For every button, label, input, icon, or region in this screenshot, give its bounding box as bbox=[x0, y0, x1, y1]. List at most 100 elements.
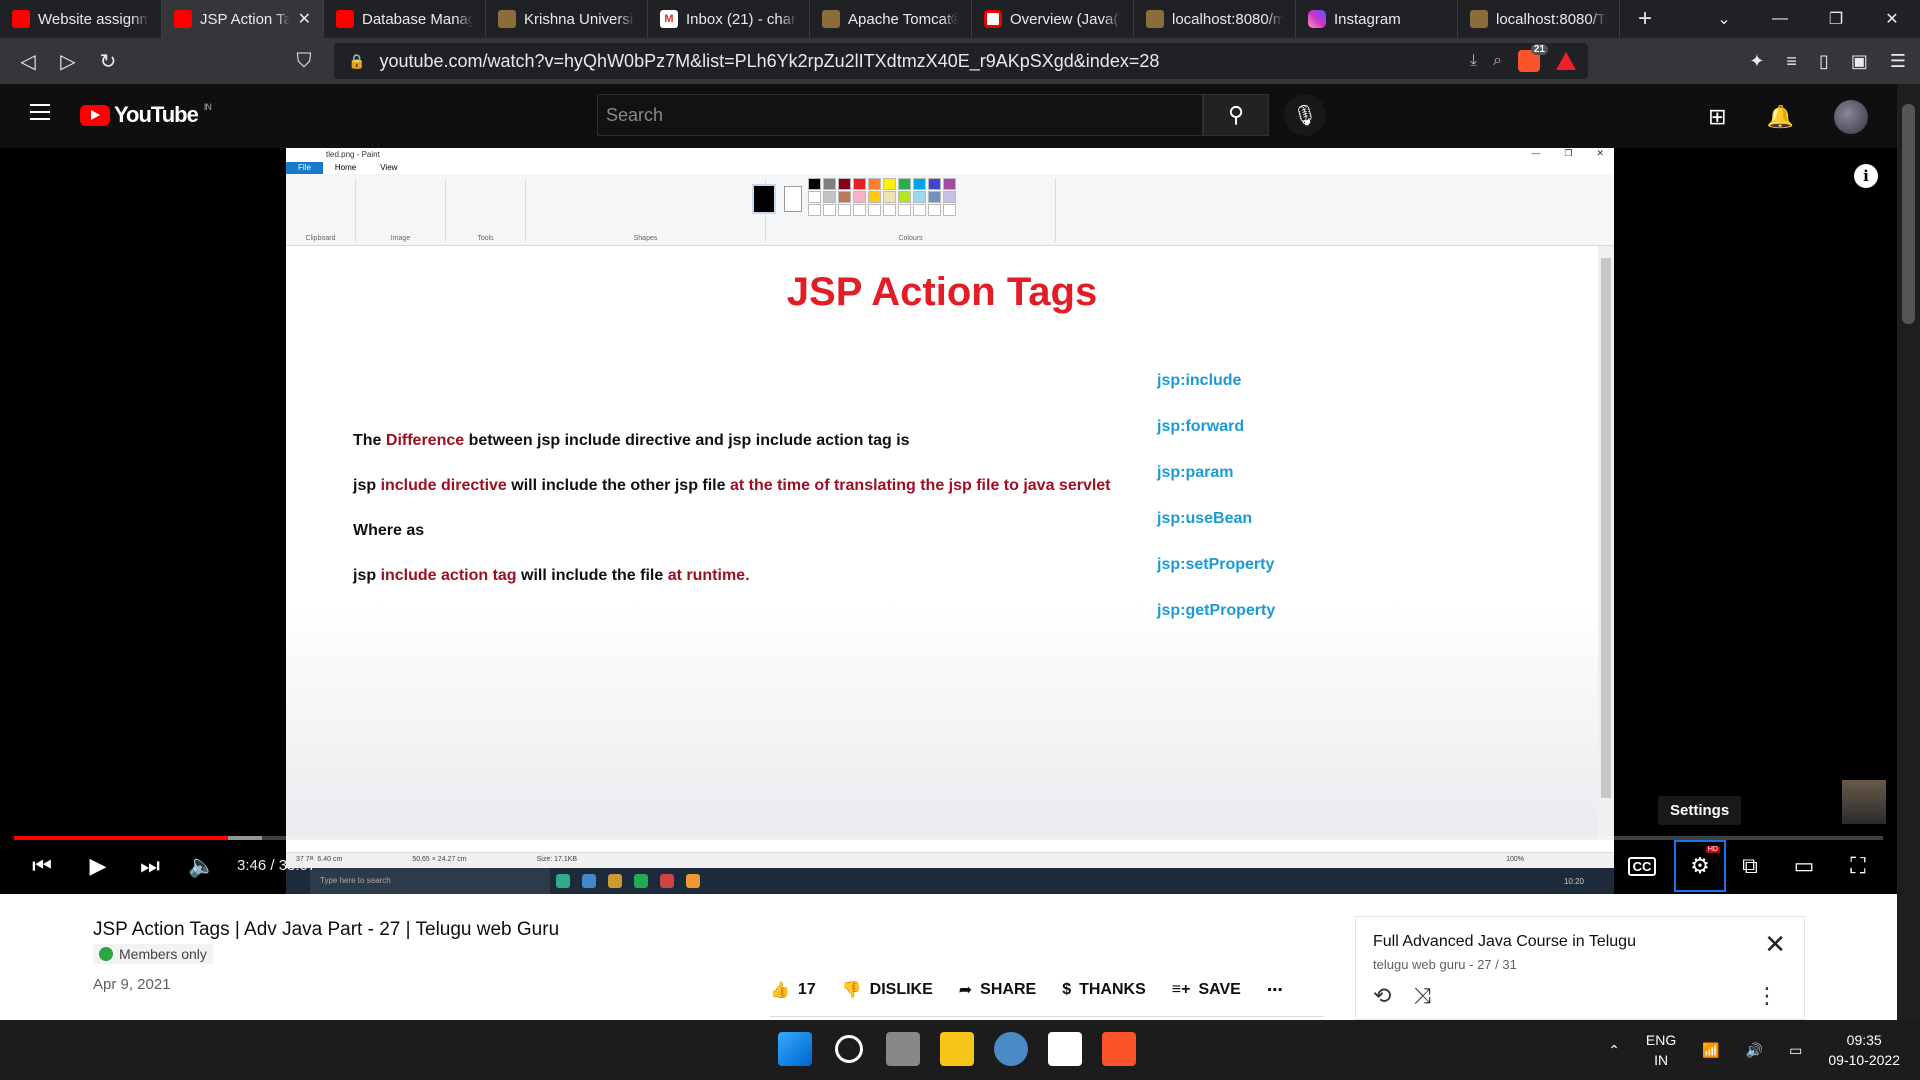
share-icon: ➦ bbox=[958, 982, 973, 999]
youtube-icon bbox=[174, 10, 192, 28]
playlist-title[interactable]: Full Advanced Java Course in Telugu bbox=[1373, 933, 1636, 951]
address-bar-row: ◁ ▷ ↻ ⛉ 🔒 youtube.com/watch?v=hyQhW0bPz7… bbox=[0, 38, 1920, 84]
paint-canvas: JSP Action Tags The Difference between j… bbox=[286, 246, 1598, 840]
play-button[interactable]: ▶ bbox=[78, 846, 118, 886]
notifications-icon[interactable]: 🔔 bbox=[1767, 104, 1794, 130]
more-icon[interactable]: ⋮ bbox=[1756, 983, 1778, 1009]
shuffle-icon[interactable]: ⤨ bbox=[1413, 983, 1431, 1009]
wifi-icon[interactable]: 📶 bbox=[1702, 1042, 1719, 1059]
page-scrollbar[interactable] bbox=[1897, 84, 1920, 1024]
paint-title-bar: tled.png - Paint — ❐ ✕ bbox=[326, 148, 1604, 159]
restore-icon[interactable]: ❐ bbox=[1808, 9, 1864, 29]
create-video-icon[interactable]: ⊞ bbox=[1708, 104, 1726, 130]
install-icon[interactable]: ⤓ bbox=[1470, 52, 1477, 70]
start-icon[interactable] bbox=[778, 1032, 812, 1066]
guide-menu-icon[interactable] bbox=[30, 104, 50, 120]
search-button[interactable]: ⚲ bbox=[1203, 94, 1269, 136]
settings-app-icon[interactable] bbox=[994, 1032, 1028, 1066]
task-view-icon[interactable] bbox=[886, 1032, 920, 1066]
bookmark-icon[interactable]: ⛉ bbox=[284, 50, 324, 73]
search-icon[interactable] bbox=[835, 1035, 863, 1063]
browser-tab[interactable]: Instagram bbox=[1296, 0, 1458, 38]
browser-tab[interactable]: M Inbox (21) - chan bbox=[648, 0, 810, 38]
new-tab-button[interactable]: + bbox=[1620, 5, 1670, 33]
browser-tab-active[interactable]: JSP Action Ta ✕ bbox=[162, 0, 324, 38]
paint-window-controls: — ❐ ✕ bbox=[1531, 148, 1604, 159]
video-title: JSP Action Tags | Adv Java Part - 27 | T… bbox=[93, 919, 560, 940]
youtube-icon bbox=[336, 10, 354, 28]
battery-icon[interactable]: ▭ bbox=[1789, 1042, 1802, 1059]
sidebar-icon[interactable]: ▯ bbox=[1819, 51, 1829, 72]
clock[interactable]: 09:35 09-10-2022 bbox=[1828, 1030, 1900, 1070]
tab-search-icon[interactable]: ⌄ bbox=[1696, 9, 1752, 29]
url-field[interactable]: 🔒 youtube.com/watch?v=hyQhW0bPz7M&list=P… bbox=[334, 43, 1588, 79]
zoom-icon[interactable]: ⌕ bbox=[1493, 52, 1502, 70]
info-icon[interactable]: i bbox=[1854, 164, 1878, 188]
clipboard-group: Clipboard bbox=[286, 178, 356, 242]
progress-buffered bbox=[228, 836, 262, 840]
store-icon[interactable] bbox=[1048, 1032, 1082, 1066]
close-window-icon[interactable]: ✕ bbox=[1864, 9, 1920, 29]
previous-button[interactable]: ⏮ bbox=[22, 846, 62, 886]
avatar[interactable] bbox=[1834, 100, 1868, 134]
browser-tab[interactable]: Krishna Universit bbox=[486, 0, 648, 38]
image-icon bbox=[1146, 10, 1164, 28]
share-button[interactable]: ➦ SHARE bbox=[959, 980, 1036, 1000]
tools-group: Tools bbox=[446, 178, 526, 242]
fullscreen-button[interactable]: ⛶ bbox=[1838, 846, 1878, 886]
browser-tab[interactable]: Overview (Java(T bbox=[972, 0, 1134, 38]
save-button[interactable]: ≡+ SAVE bbox=[1172, 981, 1241, 999]
progress-bar[interactable] bbox=[14, 836, 1883, 840]
youtube-logo[interactable]: YouTube IN bbox=[80, 102, 212, 128]
brave-rewards-icon[interactable] bbox=[1556, 52, 1576, 70]
volume-icon[interactable]: 🔊 bbox=[1746, 1042, 1763, 1059]
brave-browser-icon[interactable] bbox=[1102, 1032, 1136, 1066]
tag-item: jsp:setProperty bbox=[1157, 556, 1275, 573]
chevron-up-icon[interactable]: ⌃ bbox=[1608, 1042, 1620, 1059]
extensions-icon[interactable]: ✦ bbox=[1749, 51, 1764, 72]
volume-button[interactable]: 🔈 bbox=[182, 846, 222, 886]
brave-shields-icon[interactable]: 21 bbox=[1518, 44, 1548, 72]
language-indicator[interactable]: ENG IN bbox=[1646, 1030, 1676, 1070]
lock-icon: 🔒 bbox=[348, 52, 366, 69]
settings-button[interactable]: ⚙ HD bbox=[1674, 840, 1726, 892]
search-input[interactable]: Search bbox=[597, 94, 1203, 136]
browser-tab[interactable]: localhost:8080/Te bbox=[1458, 0, 1620, 38]
dislike-button[interactable]: 👎 DISLIKE bbox=[842, 980, 933, 1000]
theater-button[interactable]: ▭ bbox=[1784, 846, 1824, 886]
paint-scrollbar bbox=[1598, 246, 1614, 840]
browser-tab[interactable]: localhost:8080/m bbox=[1134, 0, 1296, 38]
voice-search-button[interactable]: 🎙 bbox=[1284, 94, 1326, 136]
reload-icon[interactable]: ↻ bbox=[88, 49, 128, 74]
more-actions-icon[interactable]: ⋯ bbox=[1267, 980, 1283, 1000]
file-explorer-icon[interactable] bbox=[940, 1032, 974, 1066]
like-button[interactable]: 👍 17 bbox=[770, 980, 816, 1000]
loop-icon[interactable]: ⟲ bbox=[1373, 983, 1391, 1009]
thumbs-down-icon: 👎 bbox=[841, 982, 862, 999]
text-line-4: jsp include action tag will include the … bbox=[353, 567, 750, 584]
media-icon[interactable]: ≡ bbox=[1786, 51, 1797, 72]
close-icon[interactable]: ✕ bbox=[1764, 929, 1786, 960]
next-button[interactable]: ⏭ bbox=[130, 846, 170, 886]
playlist-panel: Full Advanced Java Course in Telugu telu… bbox=[1355, 916, 1805, 1020]
close-tab-icon[interactable]: ✕ bbox=[298, 9, 311, 29]
minimize-icon[interactable]: — bbox=[1752, 10, 1808, 28]
browser-tab[interactable]: Database Manag bbox=[324, 0, 486, 38]
menu-icon[interactable]: ☰ bbox=[1890, 51, 1906, 72]
page-scrollbar-thumb[interactable] bbox=[1902, 104, 1915, 324]
time-display: 3:46 / 33:07 bbox=[237, 857, 317, 874]
youtube-icon bbox=[12, 10, 30, 28]
youtube-play-icon bbox=[80, 104, 110, 126]
wallet-icon[interactable]: ▣ bbox=[1851, 51, 1868, 72]
miniplayer-button[interactable]: ⧉ bbox=[1730, 846, 1770, 886]
captions-button[interactable]: CC bbox=[1622, 846, 1662, 886]
back-icon[interactable]: ◁ bbox=[8, 49, 48, 74]
thanks-button[interactable]: $ THANKS bbox=[1062, 981, 1146, 999]
browser-tab[interactable]: Apache Tomcat® bbox=[810, 0, 972, 38]
tag-item: jsp:include bbox=[1157, 372, 1242, 389]
image-icon bbox=[1470, 10, 1488, 28]
tab-home: Home bbox=[334, 163, 357, 172]
tag-item: jsp:param bbox=[1157, 464, 1234, 481]
browser-tab[interactable]: Website assignm bbox=[0, 0, 162, 38]
forward-icon[interactable]: ▷ bbox=[48, 49, 88, 74]
